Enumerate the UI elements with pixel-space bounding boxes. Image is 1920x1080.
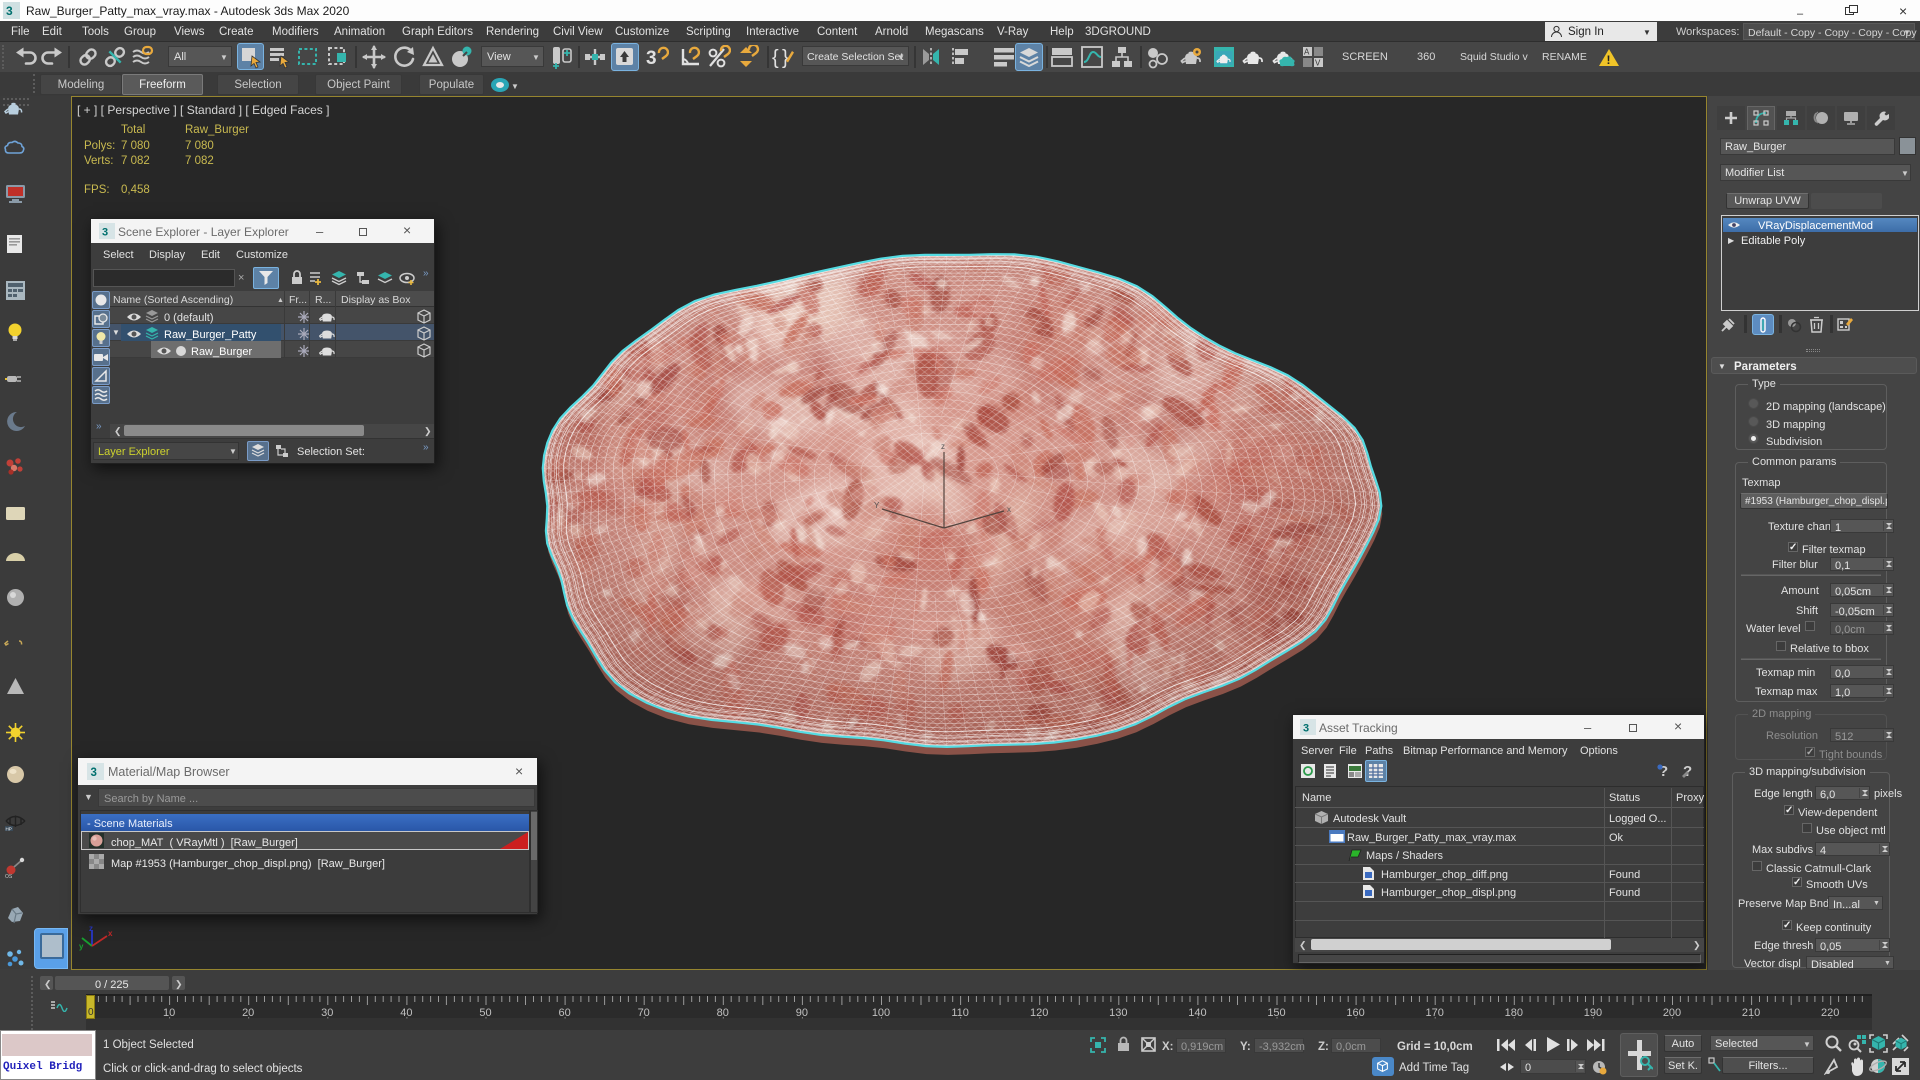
svg-text:3: 3 bbox=[1303, 723, 1309, 735]
svg-text:3: 3 bbox=[102, 227, 108, 239]
svg-text:OS: OS bbox=[5, 874, 13, 879]
svg-text:!: ! bbox=[1607, 53, 1611, 67]
svg-text:Y: Y bbox=[874, 501, 880, 510]
svg-text:3: 3 bbox=[91, 767, 97, 779]
svg-text:3: 3 bbox=[6, 4, 13, 18]
svg-text:{: { bbox=[772, 47, 779, 69]
svg-text:3: 3 bbox=[646, 48, 657, 69]
svg-text:y: y bbox=[79, 942, 84, 951]
svg-text:x: x bbox=[108, 929, 113, 938]
svg-text:120: 120 bbox=[1030, 1007, 1048, 1019]
svg-text:A: A bbox=[1304, 48, 1310, 57]
svg-text:▼: ▼ bbox=[511, 82, 519, 91]
svg-text:V: V bbox=[1315, 59, 1321, 68]
svg-text:z: z bbox=[941, 442, 945, 451]
svg-text:30: 30 bbox=[321, 1007, 333, 1019]
svg-text:HP: HP bbox=[6, 827, 12, 832]
svg-text:x: x bbox=[1007, 505, 1011, 514]
svg-text:60: 60 bbox=[558, 1007, 570, 1019]
svg-text:z: z bbox=[89, 924, 93, 933]
